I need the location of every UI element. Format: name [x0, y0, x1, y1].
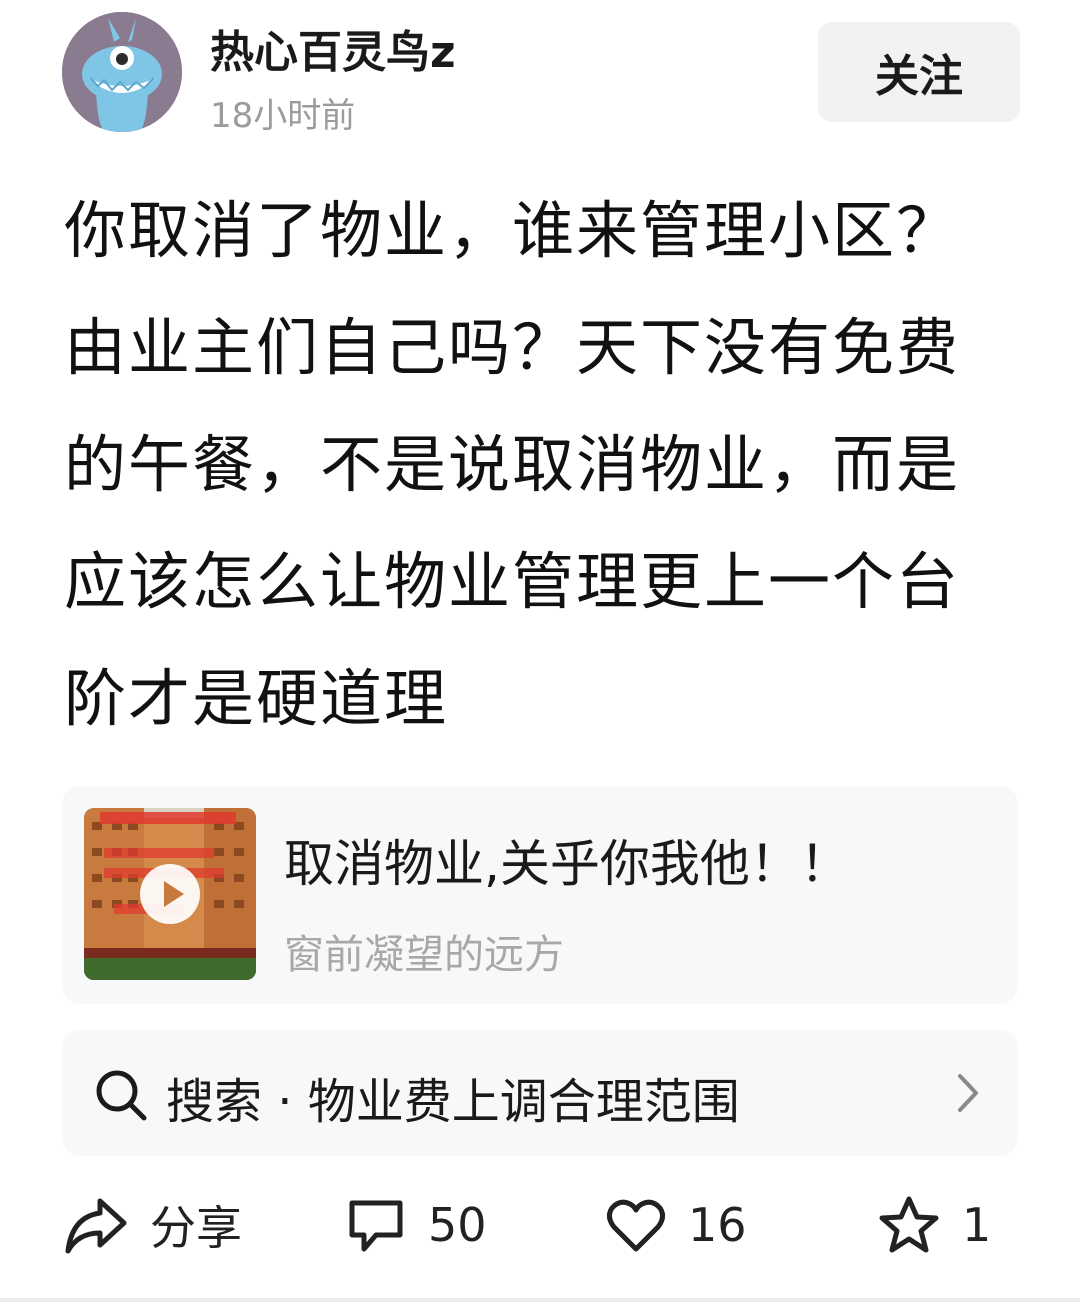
favorite-count: 1 [962, 1198, 992, 1252]
related-search-text[interactable]: 搜索 · 物业费上调合理范围 [166, 1062, 740, 1132]
video-link-card[interactable]: 取消物业,关乎你我他！！ 窗前凝望的远方 [62, 786, 1018, 1004]
heart-icon [606, 1199, 666, 1252]
comment-icon [349, 1200, 403, 1252]
follow-button[interactable]: 关注 [818, 22, 1020, 122]
video-card-title[interactable]: 取消物业,关乎你我他！！ [284, 824, 850, 896]
video-play-icon[interactable] [140, 864, 200, 924]
chevron-right-icon [958, 1074, 978, 1112]
star-icon [879, 1196, 939, 1253]
post-action-bar: 分享 50 16 1 [0, 1180, 1080, 1270]
share-label: 分享 [150, 1201, 242, 1255]
comment-count: 50 [428, 1198, 487, 1252]
video-card-author: 窗前凝望的远方 [284, 932, 564, 978]
post-text: 你取消了物业，谁来管理小区？由业主们自己吗？天下没有免费的午餐，不是说取消物业，… [64, 194, 961, 735]
divider [0, 1298, 1080, 1302]
comment-button[interactable]: 50 [346, 1180, 487, 1270]
avatar-monster-image [62, 12, 182, 132]
related-search-bar[interactable]: 搜索 · 物业费上调合理范围 [62, 1030, 1018, 1156]
video-thumbnail[interactable] [84, 808, 256, 980]
like-count: 16 [688, 1198, 747, 1252]
favorite-button[interactable]: 1 [878, 1180, 991, 1270]
like-button[interactable]: 16 [606, 1180, 747, 1270]
author-name[interactable]: 热心百灵鸟z [210, 16, 456, 80]
post-header: 热心百灵鸟z 18小时前 关注 [0, 0, 1080, 150]
share-icon [65, 1198, 127, 1254]
search-icon [96, 1070, 147, 1121]
post-time: 18小时前 [210, 96, 356, 136]
avatar[interactable] [62, 12, 182, 132]
share-button[interactable]: 分享 [64, 1180, 242, 1270]
